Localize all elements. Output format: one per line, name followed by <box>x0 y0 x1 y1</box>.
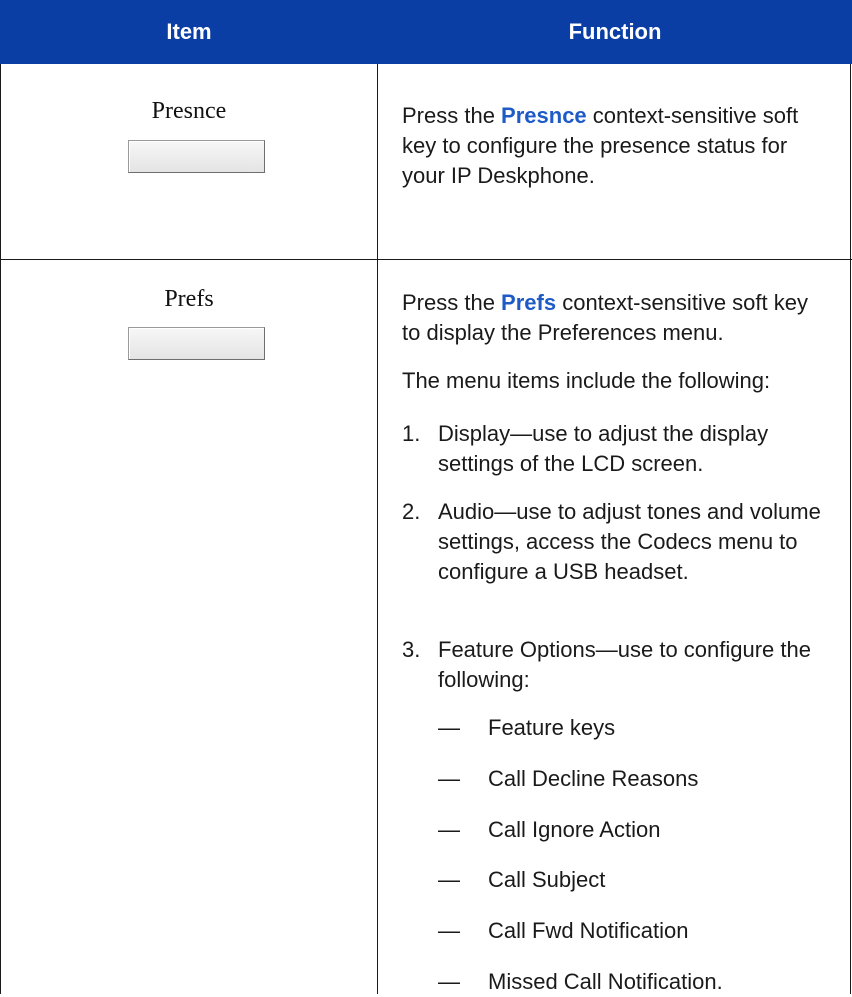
feature-table: Item Function Presnce Press the Presnce … <box>0 0 852 994</box>
prefs-key-label: Prefs <box>164 286 214 312</box>
prefs-key-name: Prefs <box>501 290 557 315</box>
prefs-function-text: Press the Prefs context-sensitive soft k… <box>402 290 808 345</box>
table-border-right <box>850 64 851 994</box>
table-border-left <box>0 64 1 994</box>
header-item: Item <box>166 19 212 44</box>
table-header: Item Function <box>0 0 852 64</box>
menu-items-intro: The menu items include the following: <box>402 368 771 393</box>
presnce-softkey-icon <box>128 140 265 173</box>
presnce-key-label: Presnce <box>151 98 227 124</box>
table-row-divider <box>0 259 852 260</box>
header-function: Function <box>568 19 662 44</box>
presnce-key-name: Presnce <box>501 103 587 128</box>
prefs-softkey-icon <box>128 327 265 360</box>
presnce-function-text: Press the Presnce context-sensitive soft… <box>402 103 799 188</box>
table-column-divider <box>377 64 378 994</box>
